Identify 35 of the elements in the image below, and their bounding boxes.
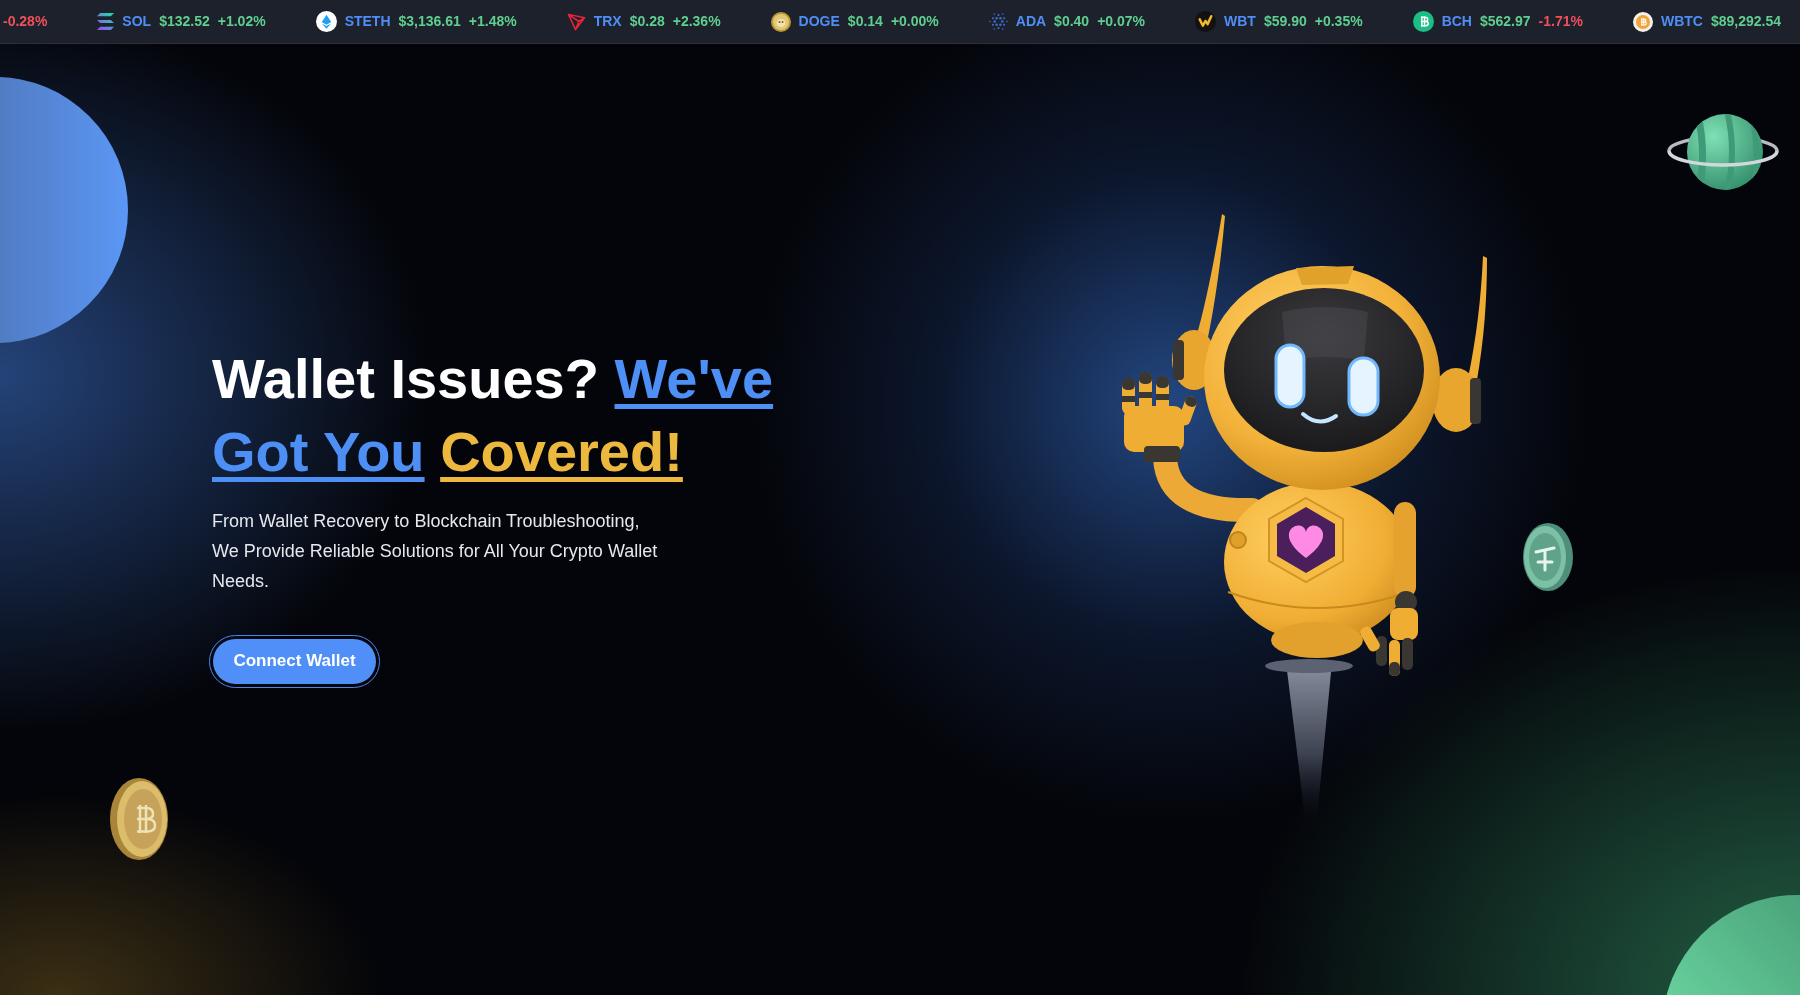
- ticker-price: $562.97: [1479, 12, 1531, 31]
- ticker-symbol: STETH: [344, 12, 391, 31]
- coin-drawing: [1521, 522, 1573, 592]
- ticker-price: $0.28: [629, 12, 665, 31]
- ticker-change: -0.28%: [3, 12, 48, 31]
- zigzag-icon: [1195, 11, 1217, 32]
- ticker-price: $3,136.61: [398, 12, 461, 31]
- bitcoin-icon: [1412, 11, 1434, 32]
- coin-icon: [770, 11, 791, 32]
- ticker-price: $59.90: [1263, 12, 1307, 31]
- bitcoin-icon: [1632, 11, 1653, 32]
- dots-ring-icon: [988, 12, 1008, 31]
- ticker-change: +0.35%: [1314, 12, 1363, 31]
- ticker-symbol: TRX: [593, 12, 622, 31]
- ticker-symbol: ADA: [1015, 12, 1047, 31]
- droplet-icon: [315, 11, 337, 32]
- ticker-price: $132.52: [159, 12, 210, 31]
- hero-description: From Wallet Recovery to Blockchain Troubleshooting, We Provide Reliable Solutions for All Your Crypto Wallet Needs.: [212, 509, 659, 593]
- stacked-bars-icon: [97, 13, 115, 30]
- ticker-price: $0.40: [1054, 12, 1090, 31]
- ticker-change: +0.00%: [890, 12, 939, 31]
- ticker-symbol: DOGE: [798, 12, 840, 31]
- ticker-price: $0.14: [847, 12, 883, 31]
- ticker-change: +1.48%: [468, 12, 517, 31]
- ticker-change: -1.71%: [1538, 12, 1583, 31]
- ticker-symbol: WBTC: [1660, 12, 1703, 31]
- ticker-symbol: SOL: [122, 12, 152, 31]
- ticker-price: $89,292.54: [1710, 12, 1781, 31]
- hero-heading: Wallet Issues? We've Got You Covered!: [212, 345, 775, 485]
- ticker-change: +1.02%: [217, 12, 266, 31]
- triangle-icon: [566, 12, 586, 31]
- ticker-change: +2.36%: [672, 12, 721, 31]
- ticker-symbol: BCH: [1441, 12, 1472, 31]
- ticker-symbol: WBT: [1224, 12, 1256, 31]
- ticker-change: +0.07%: [1097, 12, 1146, 31]
